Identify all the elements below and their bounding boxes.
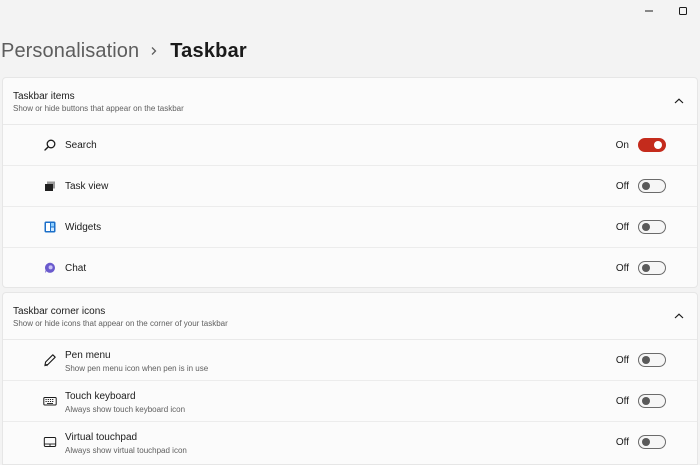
toggle-knob — [642, 264, 650, 272]
section-subtitle: Show or hide buttons that appear on the … — [13, 104, 184, 113]
toggle-state-text: Off — [615, 181, 629, 192]
section-subtitle: Show or hide icons that appear on the co… — [13, 319, 228, 328]
setting-row-virtual-touchpad: Virtual touchpad Always show virtual tou… — [3, 422, 697, 463]
taskbar-items-header[interactable]: Taskbar items Show or hide buttons that … — [3, 78, 697, 125]
section-title: Taskbar items — [13, 91, 75, 102]
setting-description: Show pen menu icon when pen is in use — [65, 364, 209, 373]
minimize-button[interactable] — [632, 0, 666, 22]
chevron-up-icon[interactable] — [673, 96, 685, 106]
search-toggle[interactable] — [638, 138, 666, 152]
maximize-icon — [678, 6, 688, 16]
chat-toggle[interactable] — [638, 261, 666, 275]
section-title: Taskbar corner icons — [13, 306, 106, 317]
setting-description: Always show touch keyboard icon — [65, 405, 186, 414]
widgets-toggle[interactable] — [638, 220, 666, 234]
setting-row-pen-menu: Pen menu Show pen menu icon when pen is … — [3, 340, 697, 381]
taskbar-corner-icons-header[interactable]: Taskbar corner icons Show or hide icons … — [3, 293, 697, 340]
setting-label: Chat — [65, 263, 87, 274]
touch-keyboard-toggle[interactable] — [638, 394, 666, 408]
setting-row-touch-keyboard: Touch keyboard Always show touch keyboar… — [3, 381, 697, 422]
setting-row-chat: Chat Off — [3, 248, 697, 289]
chat-icon — [43, 261, 57, 275]
virtual-touchpad-toggle[interactable] — [638, 435, 666, 449]
toggle-state-text: Off — [615, 263, 629, 274]
task-view-toggle[interactable] — [638, 179, 666, 193]
toggle-state-text: Off — [615, 396, 629, 407]
task-view-icon — [43, 179, 57, 193]
setting-label: Touch keyboard — [65, 391, 136, 402]
setting-label: Pen menu — [65, 350, 111, 361]
toggle-knob — [642, 438, 650, 446]
toggle-knob — [642, 356, 650, 364]
setting-row-widgets: Widgets Off — [3, 207, 697, 248]
toggle-knob — [654, 141, 662, 149]
toggle-state-text: Off — [615, 222, 629, 233]
setting-row-search: Search On — [3, 125, 697, 166]
chevron-up-icon[interactable] — [673, 311, 685, 321]
widgets-icon — [43, 220, 57, 234]
toggle-state-text: Off — [615, 355, 629, 366]
minimize-icon — [644, 6, 654, 16]
toggle-knob — [642, 182, 650, 190]
maximize-button[interactable] — [666, 0, 700, 22]
breadcrumb-personalisation[interactable]: Personalisation — [1, 40, 139, 63]
search-icon — [43, 138, 57, 152]
page-title: Taskbar — [170, 39, 247, 62]
toggle-state-text: On — [615, 140, 629, 151]
taskbar-corner-icons-section: Taskbar corner icons Show or hide icons … — [2, 292, 698, 465]
chevron-right-icon — [150, 46, 158, 56]
taskbar-items-section: Taskbar items Show or hide buttons that … — [2, 77, 698, 288]
setting-row-task-view: Task view Off — [3, 166, 697, 207]
title-bar — [632, 0, 700, 22]
setting-label: Task view — [65, 181, 109, 192]
toggle-state-text: Off — [615, 437, 629, 448]
toggle-knob — [642, 223, 650, 231]
setting-label: Widgets — [65, 222, 102, 233]
toggle-knob — [642, 397, 650, 405]
setting-label: Search — [65, 140, 97, 151]
setting-label: Virtual touchpad — [65, 432, 138, 443]
pen-icon — [43, 353, 57, 367]
breadcrumb: Personalisation Taskbar — [1, 40, 247, 62]
keyboard-icon — [43, 394, 57, 408]
touchpad-icon — [43, 435, 57, 449]
setting-description: Always show virtual touchpad icon — [65, 446, 187, 455]
pen-menu-toggle[interactable] — [638, 353, 666, 367]
